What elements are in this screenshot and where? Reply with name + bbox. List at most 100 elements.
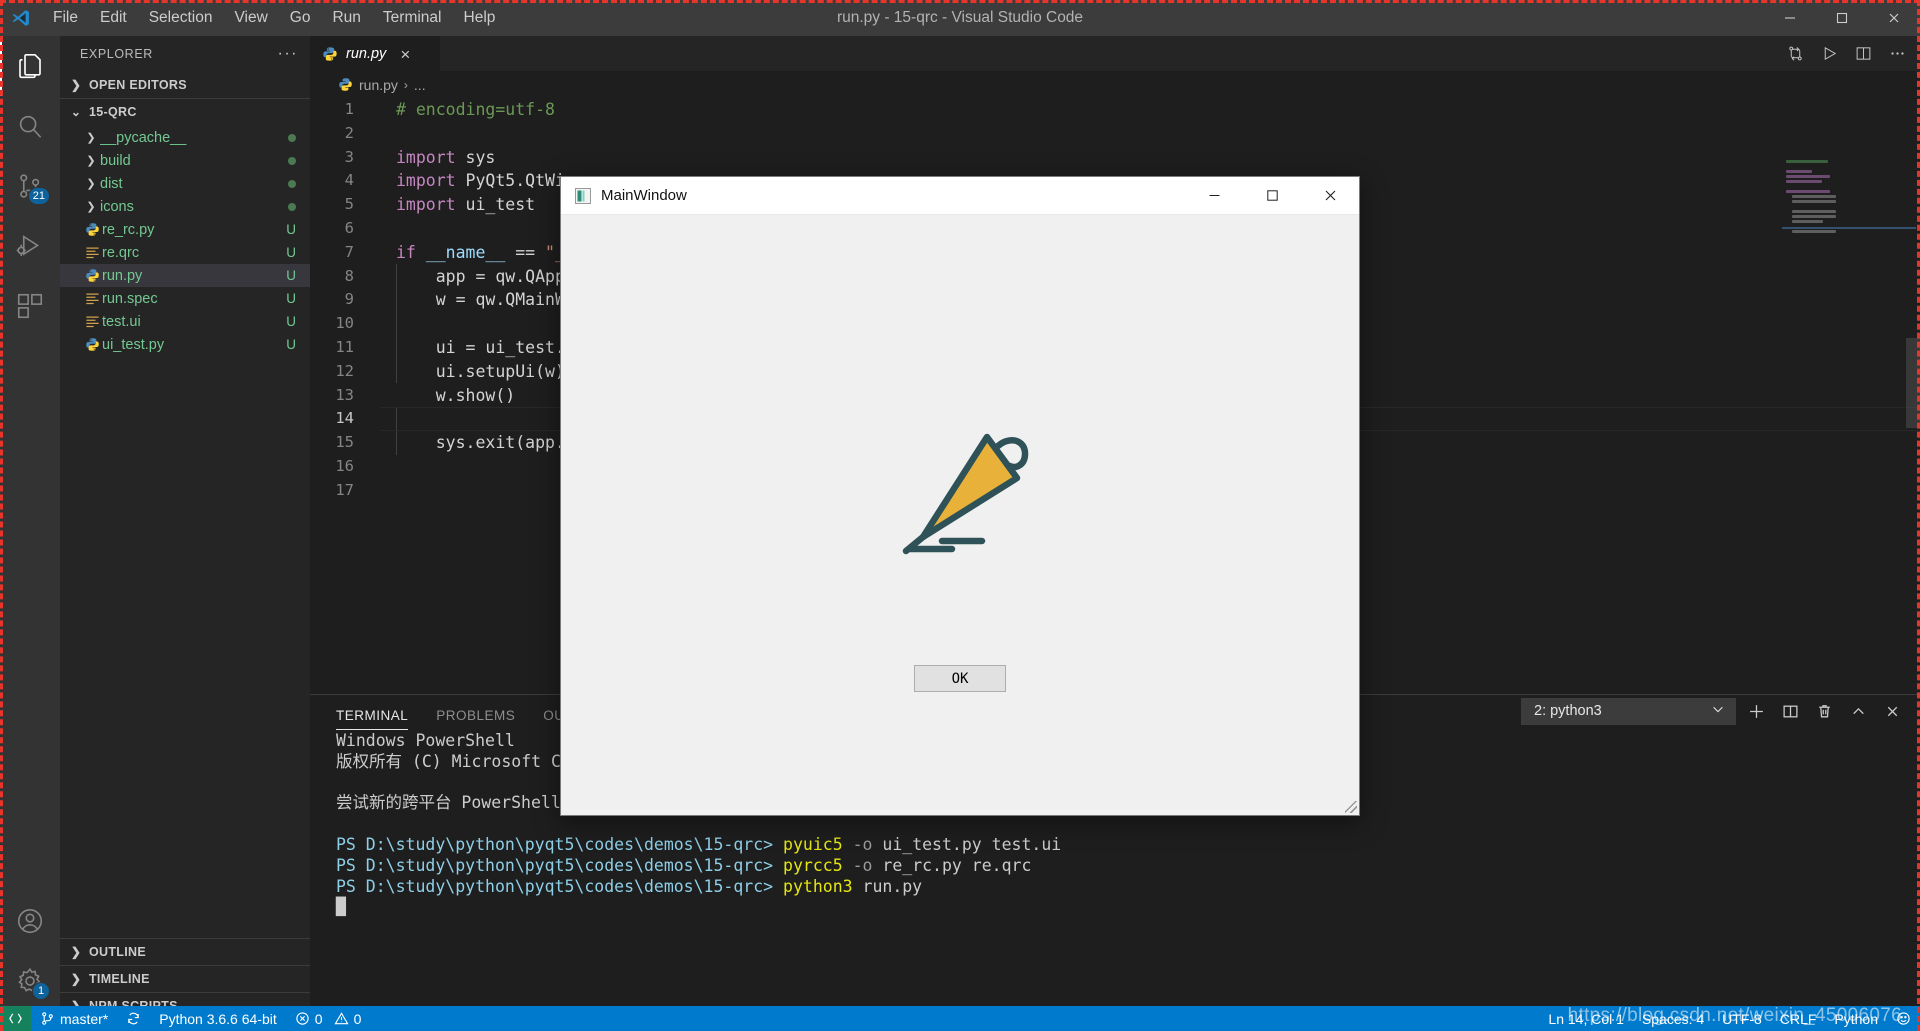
python-icon xyxy=(338,77,353,92)
maximize-icon[interactable] xyxy=(1816,0,1868,36)
qt-window-controls[interactable] xyxy=(1185,177,1359,215)
search-icon[interactable] xyxy=(0,96,60,156)
code-line[interactable]: 2 xyxy=(310,122,1920,146)
tab-terminal[interactable]: TERMINAL xyxy=(336,708,409,730)
python-interpreter[interactable]: Python 3.6.6 64-bit xyxy=(150,1006,286,1031)
account-icon[interactable] xyxy=(0,891,60,951)
line-text[interactable]: w = qw.QMainW xyxy=(380,288,565,312)
code-token: # encoding=utf-8 xyxy=(396,100,555,119)
diff-icon[interactable] xyxy=(1780,39,1810,69)
sidebar-section-open-editors[interactable]: ❯ OPEN EDITORS xyxy=(60,71,310,98)
breadcrumb-tail[interactable]: ... xyxy=(414,77,426,93)
editor-language[interactable]: Python xyxy=(1825,1006,1887,1031)
more-actions-icon[interactable]: ··· xyxy=(278,45,298,63)
line-text[interactable]: if __name__ == "_ xyxy=(380,241,565,265)
window-controls[interactable] xyxy=(1764,0,1920,36)
menu-file[interactable]: File xyxy=(42,0,89,36)
line-text[interactable] xyxy=(380,479,396,503)
run-play-icon[interactable] xyxy=(1814,39,1844,69)
extensions-icon[interactable] xyxy=(0,276,60,336)
line-text[interactable]: import ui_test xyxy=(380,193,535,217)
split-terminal-icon[interactable] xyxy=(1776,697,1804,725)
feedback-smiley-icon[interactable] xyxy=(1887,1006,1920,1031)
line-text[interactable] xyxy=(380,122,396,146)
qt-titlebar[interactable]: MainWindow xyxy=(561,177,1359,215)
tree-item-run-py[interactable]: run.py U xyxy=(60,264,310,287)
menu-bar[interactable]: File Edit Selection View Go Run Terminal… xyxy=(42,0,506,36)
close-panel-icon[interactable] xyxy=(1878,697,1906,725)
menu-terminal[interactable]: Terminal xyxy=(372,0,453,36)
tree-item-label: run.py xyxy=(102,267,143,284)
terminal-select[interactable]: 2: python3 xyxy=(1521,697,1736,725)
tree-item-icons[interactable]: ❯ icons xyxy=(60,195,310,218)
qt-mainwindow[interactable]: MainWindow OK xyxy=(560,176,1360,816)
ok-button[interactable]: OK xyxy=(914,665,1006,692)
editor-indentation[interactable]: Spaces: 4 xyxy=(1633,1006,1713,1031)
sidebar-section-project[interactable]: ⌄ 15-QRC xyxy=(60,98,310,125)
line-text[interactable] xyxy=(380,455,396,479)
git-sync[interactable] xyxy=(117,1006,150,1031)
chevron-right-icon: ❯ xyxy=(86,201,96,213)
explorer-icon[interactable] xyxy=(0,36,60,96)
tree-item-ui-test-py[interactable]: ui_test.py U xyxy=(60,333,310,356)
tree-item-pycache[interactable]: ❯ __pycache__ xyxy=(60,126,310,149)
remote-indicator[interactable] xyxy=(0,1006,31,1031)
line-text[interactable]: w.show() xyxy=(380,384,515,408)
sidebar-section-timeline[interactable]: ❯ TIMELINE xyxy=(60,965,310,992)
kill-terminal-icon[interactable] xyxy=(1810,697,1838,725)
line-text[interactable]: sys.exit(app. xyxy=(380,431,565,455)
line-text[interactable]: ui = ui_test. xyxy=(380,336,565,360)
line-text[interactable] xyxy=(380,312,396,336)
open-editors-label: OPEN EDITORS xyxy=(89,77,187,92)
editor-scrollbar[interactable] xyxy=(1906,338,1920,428)
editor-eol[interactable]: CRLF xyxy=(1771,1006,1826,1031)
tree-item-re-qrc[interactable]: re.qrc U xyxy=(60,241,310,264)
more-actions-icon[interactable] xyxy=(1882,39,1912,69)
sidebar-section-outline[interactable]: ❯ OUTLINE xyxy=(60,938,310,965)
source-control-icon[interactable]: 21 xyxy=(0,156,60,216)
gear-icon[interactable]: 1 xyxy=(0,951,60,1011)
chevron-down-icon xyxy=(1711,702,1725,720)
tree-item-test-ui[interactable]: test.ui U xyxy=(60,310,310,333)
new-terminal-icon[interactable] xyxy=(1742,697,1770,725)
minimap[interactable] xyxy=(1782,160,1916,440)
problems-status[interactable]: 0 0 xyxy=(286,1006,371,1031)
minimize-icon[interactable] xyxy=(1185,177,1243,215)
tree-item-run-spec[interactable]: run.spec U xyxy=(60,287,310,310)
minimap-current-line xyxy=(1782,227,1916,229)
line-text[interactable]: import PyQt5.QtWi xyxy=(380,169,565,193)
line-text[interactable]: ui.setupUi(w) xyxy=(380,360,565,384)
tree-item-re-rc-py[interactable]: re_rc.py U xyxy=(60,218,310,241)
tree-item-build[interactable]: ❯ build xyxy=(60,149,310,172)
code-line[interactable]: 1 # encoding=utf-8 xyxy=(310,98,1920,122)
line-text[interactable]: import sys xyxy=(380,146,495,170)
minimize-icon[interactable] xyxy=(1764,0,1816,36)
code-line[interactable]: 3 import sys xyxy=(310,146,1920,170)
line-text[interactable]: # encoding=utf-8 xyxy=(380,98,555,122)
split-editor-icon[interactable] xyxy=(1848,39,1878,69)
tree-item-dist[interactable]: ❯ dist xyxy=(60,172,310,195)
maximize-icon[interactable] xyxy=(1243,177,1301,215)
menu-view[interactable]: View xyxy=(223,0,278,36)
editor-position[interactable]: Ln 14, Col 1 xyxy=(1539,1006,1633,1031)
tab-run-py[interactable]: run.py × xyxy=(310,36,440,71)
menu-selection[interactable]: Selection xyxy=(138,0,224,36)
line-text[interactable]: app = qw.QApp xyxy=(380,265,565,289)
breadcrumb-file[interactable]: run.py xyxy=(359,77,398,93)
close-icon[interactable] xyxy=(1301,177,1359,215)
tab-problems[interactable]: PROBLEMS xyxy=(436,708,515,730)
line-text[interactable] xyxy=(380,217,396,241)
minimap-line xyxy=(1792,220,1824,223)
close-icon[interactable] xyxy=(1868,0,1920,36)
resize-grip[interactable] xyxy=(1345,801,1357,813)
close-icon[interactable]: × xyxy=(400,46,410,63)
menu-help[interactable]: Help xyxy=(453,0,507,36)
menu-run[interactable]: Run xyxy=(321,0,371,36)
editor-encoding[interactable]: UTF-8 xyxy=(1713,1006,1771,1031)
menu-go[interactable]: Go xyxy=(279,0,322,36)
menu-edit[interactable]: Edit xyxy=(89,0,138,36)
breadcrumb[interactable]: run.py › ... xyxy=(310,71,1920,98)
maximize-panel-icon[interactable] xyxy=(1844,697,1872,725)
run-debug-icon[interactable] xyxy=(0,216,60,276)
git-branch[interactable]: master* xyxy=(31,1006,117,1031)
